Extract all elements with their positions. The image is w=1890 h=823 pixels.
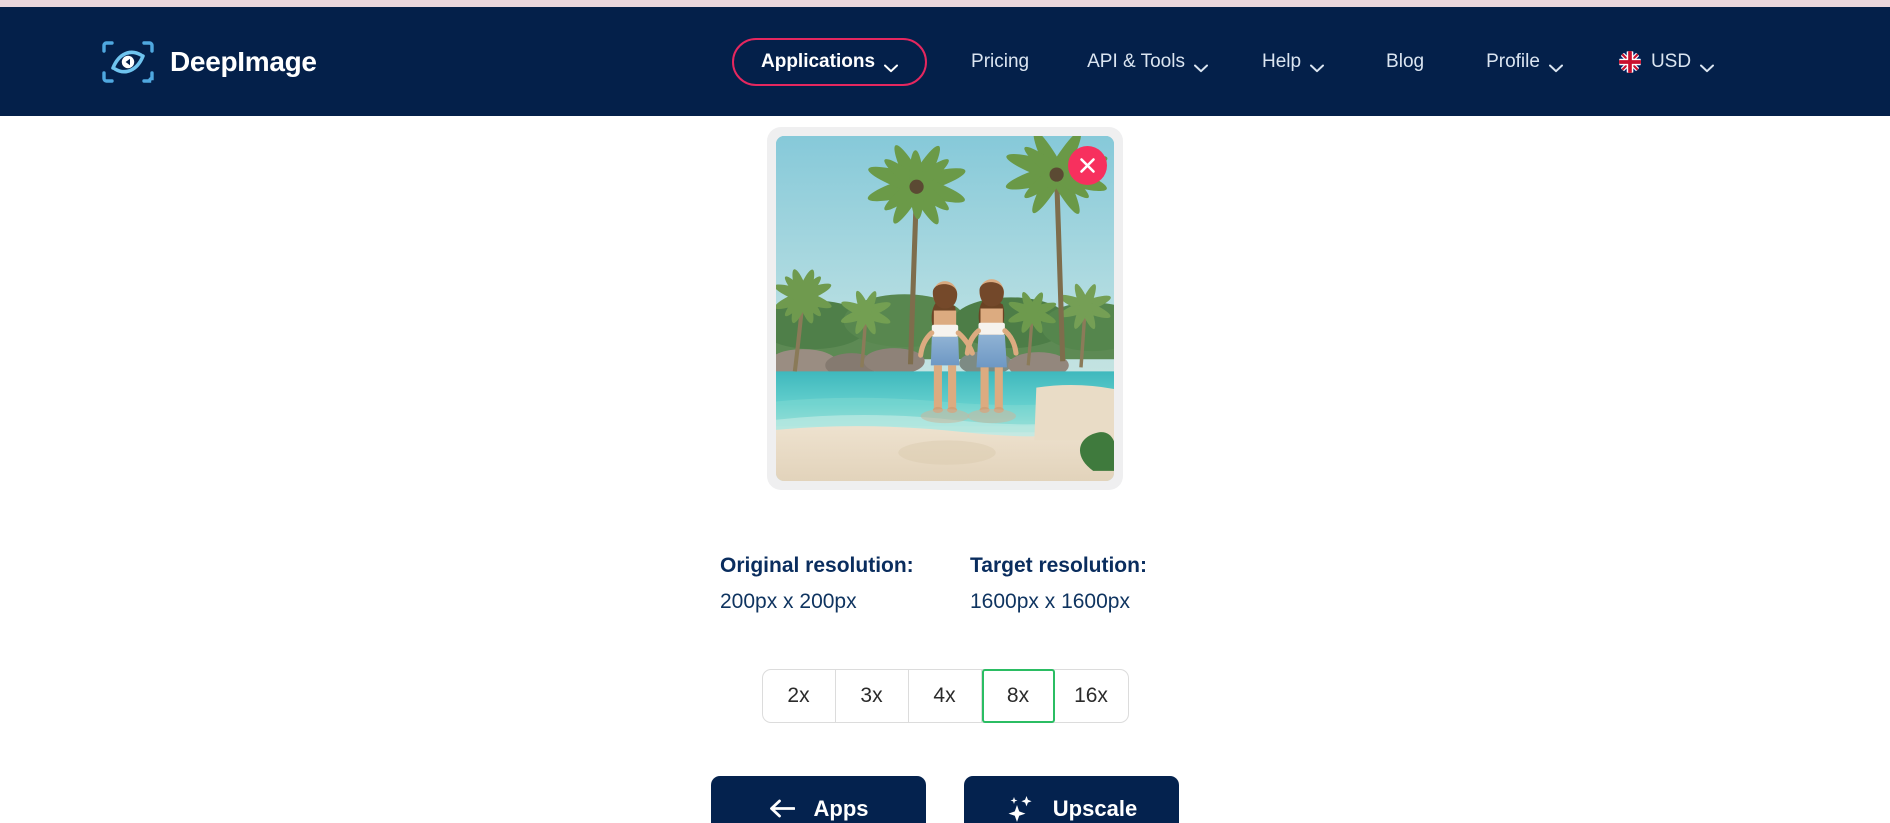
chevron-down-icon (1700, 57, 1715, 73)
main-navbar: DeepImage Applications Pricing API & Too… (0, 7, 1890, 116)
uk-flag-icon (1618, 50, 1641, 73)
resolution-info: Original resolution: 200px x 200px Targe… (720, 548, 1170, 620)
scale-option-4x[interactable]: 4x (909, 670, 982, 722)
chevron-down-icon (884, 57, 899, 73)
chevron-down-icon (1310, 57, 1325, 73)
close-preview-button[interactable] (1068, 146, 1107, 185)
nav-label-api-tools: API & Tools (1087, 50, 1185, 72)
apps-back-button[interactable]: Apps (711, 776, 926, 823)
scale-option-16x[interactable]: 16x (1055, 670, 1128, 722)
scale-option-8x[interactable]: 8x (981, 669, 1055, 723)
target-resolution-block: Target resolution: 1600px x 1600px (970, 548, 1170, 620)
upscale-button[interactable]: Upscale (964, 776, 1179, 823)
nav-item-api-tools[interactable]: API & Tools (1087, 51, 1208, 73)
arrow-left-icon (769, 799, 795, 818)
eye-lens-brackets-icon (100, 39, 156, 85)
image-preview-card (767, 127, 1123, 490)
nav-links: Applications Pricing API & Tools Help Bl… (732, 37, 1715, 86)
sparkles-icon (1006, 795, 1034, 822)
target-resolution-label: Target resolution: (970, 554, 1147, 577)
nav-label-help: Help (1261, 50, 1302, 72)
nav-label-applications: Applications (761, 50, 876, 72)
target-resolution-value: 1600px x 1600px (970, 590, 1130, 613)
nav-item-blog[interactable]: Blog (1386, 51, 1424, 73)
nav-item-applications[interactable]: Applications (732, 37, 928, 86)
chevron-down-icon (1548, 57, 1563, 73)
close-x-icon (1079, 157, 1096, 174)
nav-item-profile[interactable]: Profile (1486, 51, 1563, 73)
top-accent-strip (0, 0, 1890, 7)
brand-name: DeepImage (170, 45, 317, 77)
scale-factor-selector: 2x 3x 4x 8x 16x (761, 669, 1129, 723)
original-resolution-value: 200px x 200px (720, 590, 857, 613)
nav-label-blog: Blog (1386, 50, 1425, 72)
brand-logo-link[interactable]: DeepImage (100, 39, 317, 85)
nav-label-pricing: Pricing (971, 50, 1030, 72)
preview-image (776, 136, 1114, 481)
nav-item-help[interactable]: Help (1261, 50, 1325, 73)
scale-option-3x[interactable]: 3x (836, 670, 909, 722)
nav-label-currency: USD (1650, 50, 1692, 72)
chevron-down-icon (1193, 57, 1208, 73)
original-resolution-label: Original resolution: (720, 554, 914, 577)
upscale-button-label: Upscale (1052, 795, 1138, 821)
original-resolution-block: Original resolution: 200px x 200px (720, 548, 920, 620)
apps-button-label: Apps (813, 795, 869, 821)
nav-item-currency[interactable]: USD (1618, 50, 1715, 73)
nav-item-pricing[interactable]: Pricing (971, 51, 1029, 73)
nav-label-profile: Profile (1486, 50, 1540, 72)
action-buttons: Apps Upscale (711, 776, 1179, 823)
scale-option-2x[interactable]: 2x (763, 670, 836, 722)
main-content: Original resolution: 200px x 200px Targe… (0, 116, 1890, 823)
